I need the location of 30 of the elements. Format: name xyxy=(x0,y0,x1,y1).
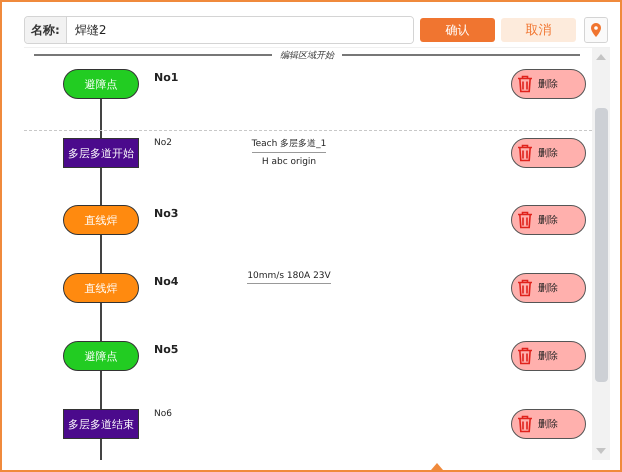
delete-button[interactable]: 删除 xyxy=(511,341,586,371)
trash-icon xyxy=(517,211,533,229)
delete-button[interactable]: 删除 xyxy=(511,205,586,235)
edit-start-label: 编辑区域开始 xyxy=(280,50,334,62)
location-pin-icon xyxy=(591,23,601,37)
location-button[interactable] xyxy=(584,17,608,43)
scroll-thumb[interactable] xyxy=(594,108,608,382)
trash-icon xyxy=(517,347,533,365)
flow-node[interactable]: 多层多道开始 xyxy=(63,138,139,168)
step-number: No4 xyxy=(154,275,180,288)
step-number: No5 xyxy=(154,343,180,356)
trash-icon xyxy=(517,144,533,162)
step-note: 10mm/s 180A 23V xyxy=(247,271,331,284)
trash-icon xyxy=(517,415,533,433)
step-number: No2 xyxy=(154,138,173,148)
step-number: No3 xyxy=(154,207,180,220)
step-number: No6 xyxy=(154,409,173,419)
trash-icon xyxy=(517,75,533,93)
delete-button[interactable]: 删除 xyxy=(511,273,586,303)
delete-button[interactable]: 删除 xyxy=(511,409,586,439)
trash-icon xyxy=(517,279,533,297)
delete-button[interactable]: 删除 xyxy=(511,138,586,168)
delete-button[interactable]: 删除 xyxy=(511,69,586,99)
name-field[interactable]: 名称: 焊缝2 xyxy=(24,16,414,44)
step-number: No1 xyxy=(154,71,180,84)
scrollbar[interactable] xyxy=(592,48,610,460)
name-label: 名称: xyxy=(25,17,67,43)
flow-node[interactable]: 多层多道结束 xyxy=(63,409,139,439)
step-note: H abc origin xyxy=(262,157,316,169)
step-note: Teach 多层多道_1 xyxy=(252,137,326,153)
